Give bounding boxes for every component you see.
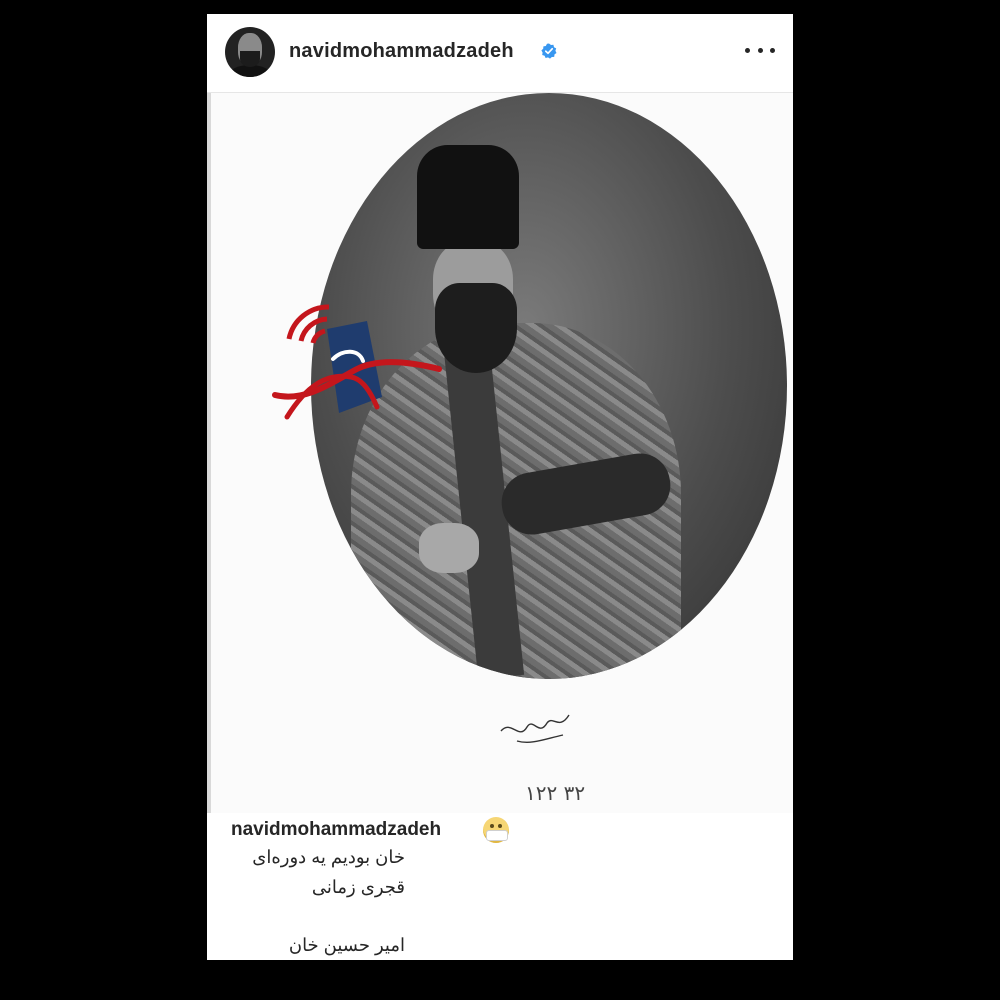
verified-badge-icon: [541, 43, 557, 59]
post-username[interactable]: navidmohammadzadeh: [289, 40, 514, 63]
emoji-eye: [490, 824, 494, 828]
portrait-beard: [435, 283, 517, 373]
caption-line-2: قجری زمانی: [311, 877, 405, 897]
post-header: navidmohammadzadeh: [207, 14, 793, 93]
photo-edge: [207, 93, 211, 813]
dot: [770, 47, 775, 53]
caption-line-3: امیر حسین خان: [288, 935, 405, 955]
emoji-eye: [498, 824, 502, 828]
more-options-icon[interactable]: [745, 38, 775, 62]
emoji-mask: [486, 830, 508, 841]
dot: [745, 47, 750, 53]
avatar[interactable]: [225, 27, 275, 77]
post-caption: navidmohammadzadeh خان بودیم یه دوره‌ای …: [207, 813, 793, 960]
avatar-beard: [240, 51, 260, 67]
dot: [757, 47, 763, 53]
instagram-post-card: navidmohammadzadeh ۱۲۲ ۳۲ navidmohammadz…: [207, 14, 793, 960]
caption-username[interactable]: navidmohammadzadeh: [231, 819, 441, 841]
plate-number: ۱۲۲ ۳۲: [525, 781, 586, 805]
caption-line-1: خان بودیم یه دوره‌ای: [252, 847, 405, 867]
portrait-hat: [417, 145, 519, 249]
mask-face-emoji-icon: [483, 817, 509, 843]
signature-icon: [500, 714, 570, 744]
portrait-hand: [419, 523, 479, 573]
broadcaster-logo-icon: [272, 304, 442, 420]
post-photo[interactable]: ۱۲۲ ۳۲: [207, 93, 793, 813]
